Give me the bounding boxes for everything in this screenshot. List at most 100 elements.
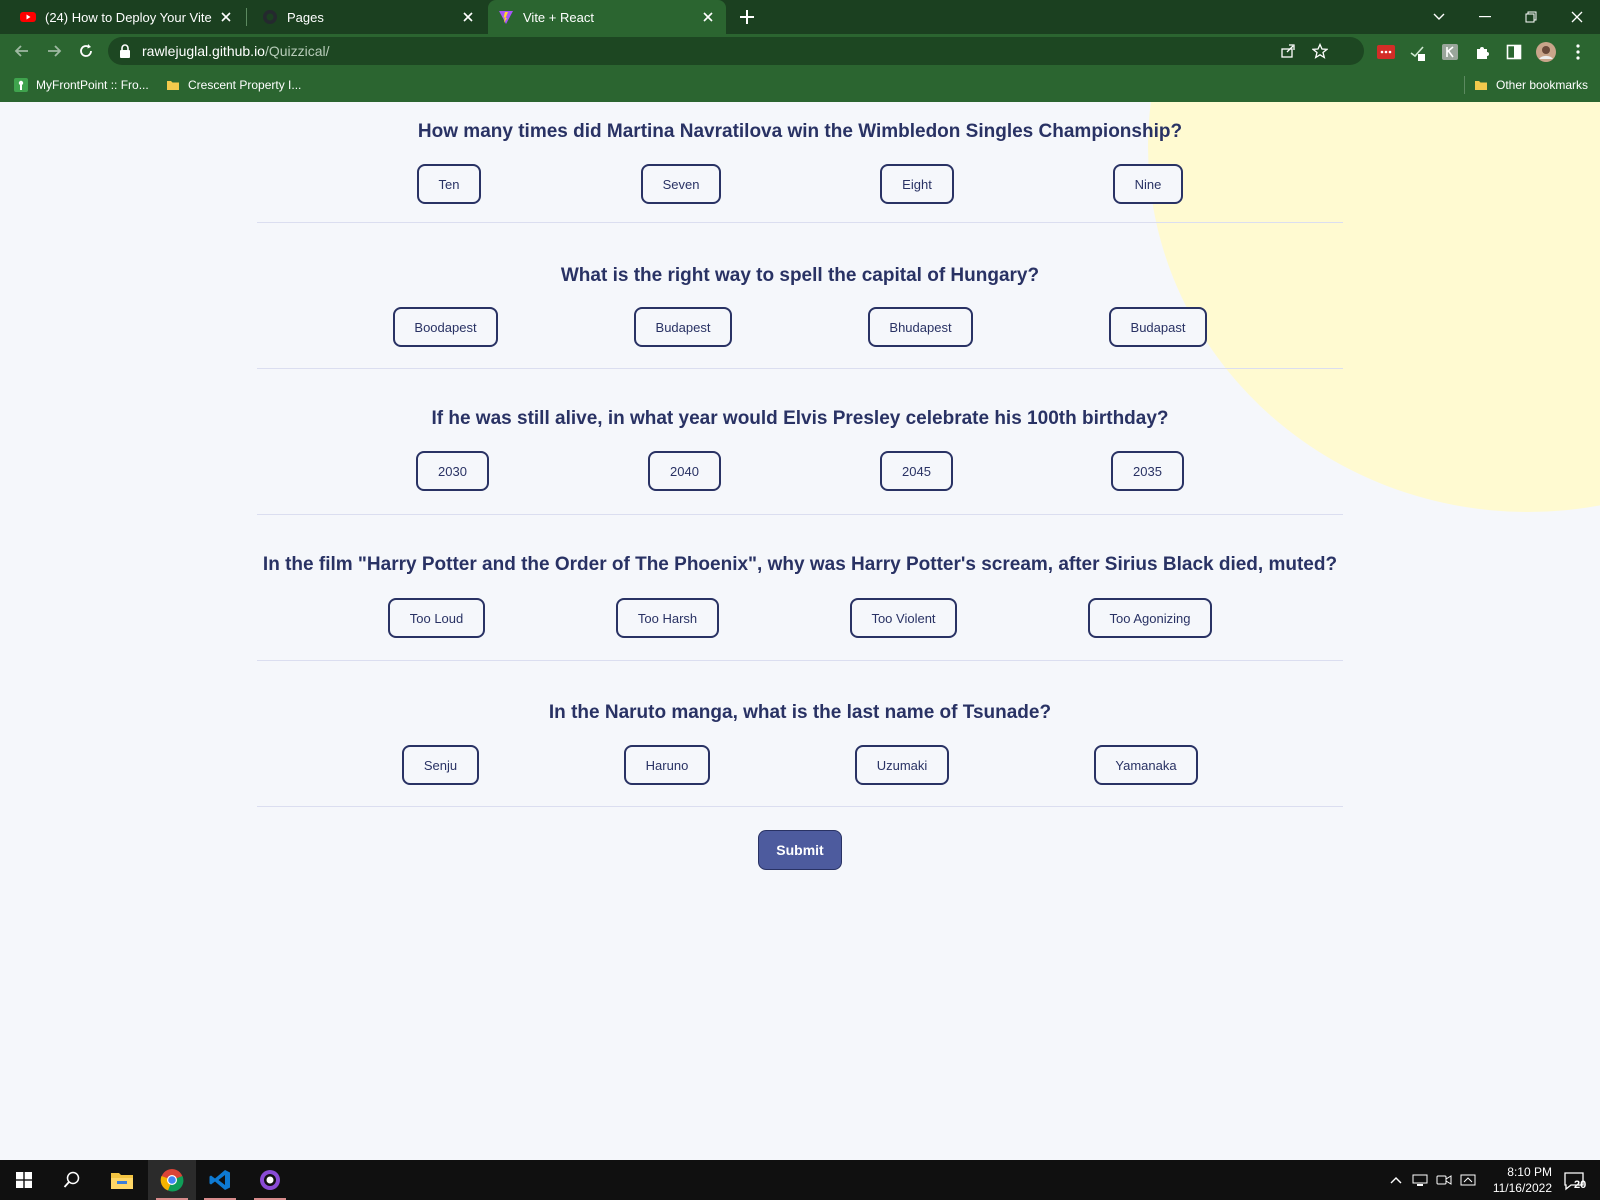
address-bar[interactable]: rawlejuglal.github.io/Quizzical/ (108, 37, 1364, 65)
bookmark-label: Crescent Property I... (188, 78, 302, 92)
tab-close-icon[interactable] (460, 9, 476, 25)
side-panel-icon[interactable] (1504, 42, 1524, 62)
answer-button[interactable]: Seven (641, 164, 721, 204)
answer-button[interactable]: Budapest (634, 307, 732, 347)
lock-icon (120, 44, 130, 58)
search-icon[interactable] (48, 1160, 96, 1200)
tab-title: Vite + React (523, 9, 594, 25)
meet-now-icon[interactable] (1436, 1172, 1452, 1188)
tab-separator (246, 8, 247, 26)
answer-button[interactable]: Uzumaki (855, 745, 949, 785)
share-icon[interactable] (1280, 43, 1296, 59)
network-icon[interactable] (1412, 1172, 1428, 1188)
folder-icon (167, 81, 179, 90)
question-block: How many times did Martina Navratilova w… (257, 102, 1343, 223)
question-text: What is the right way to spell the capit… (560, 265, 1040, 286)
puzzle-extensions-icon[interactable] (1472, 42, 1492, 62)
answer-button[interactable]: Boodapest (393, 307, 498, 347)
back-arrow-icon[interactable] (12, 41, 32, 61)
answer-row: Boodapest Budapest Bhudapest Budapast (257, 307, 1343, 347)
extension-k-icon[interactable] (1440, 42, 1460, 62)
answer-button[interactable]: Too Violent (850, 598, 957, 638)
close-window-icon[interactable] (1554, 0, 1600, 34)
question-text: If he was still alive, in what year woul… (431, 408, 1169, 429)
windows-taskbar: 8:10 PM 11/16/2022 20 (0, 1160, 1600, 1200)
vscode-icon[interactable] (196, 1160, 244, 1200)
question-block: If he was still alive, in what year woul… (257, 369, 1343, 515)
tab-close-icon[interactable] (700, 9, 716, 25)
answer-button[interactable]: Nine (1113, 164, 1183, 204)
forward-arrow-icon[interactable] (44, 41, 64, 61)
answer-button[interactable]: Eight (880, 164, 954, 204)
profile-avatar[interactable] (1536, 42, 1556, 62)
chrome-taskbar-icon[interactable] (148, 1160, 196, 1200)
tab-title: Pages (287, 9, 324, 25)
frontpoint-icon (14, 78, 28, 92)
tab-title: (24) How to Deploy Your Vite App (45, 9, 214, 25)
minimize-icon[interactable] (1462, 0, 1508, 34)
answer-row: Ten Seven Eight Nine (257, 164, 1343, 204)
question-block: In the film "Harry Potter and the Order … (257, 515, 1343, 661)
submit-button[interactable]: Submit (758, 830, 842, 870)
quiz-page: How many times did Martina Navratilova w… (0, 102, 1600, 1160)
answer-button[interactable]: 2035 (1111, 451, 1184, 491)
tab-strip: (24) How to Deploy Your Vite App Pages V… (0, 0, 1600, 34)
url-text: rawlejuglal.github.io/Quizzical/ (142, 43, 330, 59)
display-icon[interactable] (1460, 1172, 1476, 1188)
answer-row: Too Loud Too Harsh Too Violent Too Agoni… (257, 598, 1343, 638)
tray-chevron-up-icon[interactable] (1388, 1172, 1404, 1188)
restore-icon[interactable] (1508, 0, 1554, 34)
url-path: /Quizzical/ (264, 43, 330, 59)
answer-button[interactable]: Too Agonizing (1088, 598, 1212, 638)
url-host: rawlejuglal.github.io (142, 43, 265, 59)
bookmark-separator (1464, 76, 1465, 94)
lastpass-extension-icon[interactable] (1376, 42, 1396, 62)
youtube-icon (20, 12, 36, 22)
tab-pages[interactable]: Pages (256, 0, 482, 34)
tab-youtube[interactable]: (24) How to Deploy Your Vite App (14, 0, 240, 34)
tab-search-chevron-icon[interactable] (1416, 0, 1462, 34)
answer-button[interactable]: 2030 (416, 451, 489, 491)
quiz-container: How many times did Martina Navratilova w… (257, 102, 1343, 807)
bookmark-label: MyFrontPoint :: Fro... (36, 78, 149, 92)
answer-row: Senju Haruno Uzumaki Yamanaka (257, 745, 1343, 785)
new-tab-plus-icon[interactable] (738, 8, 756, 26)
answer-button[interactable]: Yamanaka (1094, 745, 1198, 785)
bookmark-crescent-property[interactable]: Crescent Property I... (166, 68, 301, 102)
other-bookmarks-label: Other bookmarks (1496, 78, 1589, 92)
other-bookmarks[interactable]: Other bookmarks (1474, 68, 1588, 102)
question-text: In the film "Harry Potter and the Order … (262, 554, 1338, 575)
answer-button[interactable]: Haruno (624, 745, 710, 785)
question-block: In the Naruto manga, what is the last na… (257, 661, 1343, 807)
tab-close-icon[interactable] (218, 9, 234, 25)
question-block: What is the right way to spell the capit… (257, 223, 1343, 369)
windows-start-icon[interactable] (0, 1160, 48, 1200)
github-desktop-icon[interactable] (246, 1160, 294, 1200)
answer-button[interactable]: Senju (402, 745, 479, 785)
reload-icon[interactable] (76, 41, 96, 61)
answer-button[interactable]: Bhudapest (868, 307, 973, 347)
github-icon (263, 10, 277, 24)
bookmarks-bar: MyFrontPoint :: Fro... Crescent Property… (0, 68, 1600, 102)
question-text: In the Naruto manga, what is the last na… (548, 702, 1052, 723)
notification-count: 20 (1574, 1179, 1587, 1191)
folder-icon (1475, 81, 1487, 90)
answer-row: 2030 2040 2045 2035 (257, 451, 1343, 491)
answer-button[interactable]: 2040 (648, 451, 721, 491)
chrome-menu-icon[interactable] (1568, 42, 1588, 62)
answer-button[interactable]: 2045 (880, 451, 953, 491)
extension-check-icon[interactable] (1408, 42, 1428, 62)
answer-button[interactable]: Budapast (1109, 307, 1207, 347)
answer-button[interactable]: Ten (417, 164, 481, 204)
bookmark-star-icon[interactable] (1312, 43, 1328, 59)
answer-button[interactable]: Too Harsh (616, 598, 719, 638)
clock-date: 11/16/2022 (1492, 1181, 1552, 1195)
vite-icon (499, 11, 513, 24)
file-explorer-icon[interactable] (98, 1160, 146, 1200)
tab-vite-react[interactable]: Vite + React (488, 0, 726, 34)
question-text: How many times did Martina Navratilova w… (417, 121, 1183, 142)
clock-time: 8:10 PM (1507, 1165, 1552, 1179)
system-clock[interactable]: 8:10 PM 11/16/2022 (1478, 1164, 1552, 1196)
answer-button[interactable]: Too Loud (388, 598, 485, 638)
bookmark-myfrontpoint[interactable]: MyFrontPoint :: Fro... (14, 68, 149, 102)
